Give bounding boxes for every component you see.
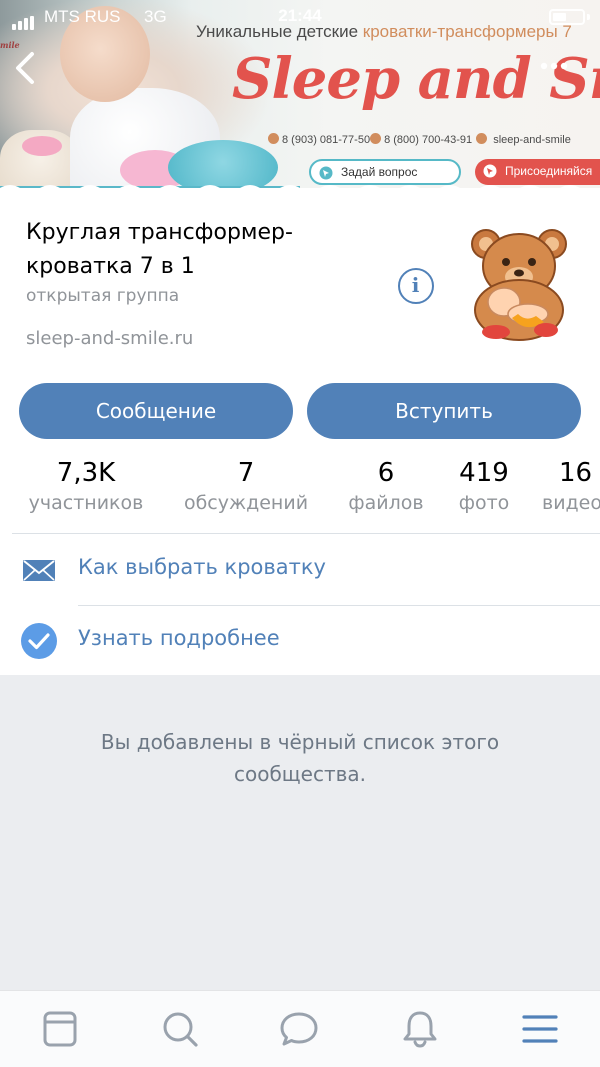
search-icon — [163, 1012, 198, 1047]
counter-files[interactable]: 6 файлов — [344, 458, 428, 518]
status-bar: MTS RUS 3G 21:44 — [0, 0, 600, 34]
news-icon — [43, 1011, 77, 1047]
phone-icon — [268, 133, 279, 144]
checkmark-circle-icon — [20, 622, 58, 660]
counter-value: 16 — [559, 458, 593, 488]
counter-value: 419 — [459, 458, 509, 488]
envelope-icon — [20, 551, 58, 589]
arrow-icon — [319, 166, 333, 180]
cover-contacts: 8 (903) 081-77-50 8 (800) 700-43-91 sleep… — [268, 133, 571, 146]
group-cover: mile Уникальные детские кроватки-трансфо… — [0, 0, 600, 200]
arrow-icon — [483, 164, 497, 178]
group-website-link[interactable]: sleep-and-smile.ru — [26, 328, 193, 349]
back-button[interactable] — [8, 48, 42, 88]
counter-discussions[interactable]: 7 обсуждений — [178, 458, 314, 518]
menu-tab[interactable] — [520, 1009, 560, 1049]
link-label: Узнать подробнее — [78, 626, 280, 650]
blacklist-message: Вы добавлены в чёрный список этого сообщ… — [100, 730, 500, 786]
join-banner-label: Присоединяйся — [505, 164, 593, 178]
divider — [12, 533, 600, 534]
phone-1: 8 (903) 081-77-50 — [282, 134, 371, 146]
globe-icon — [476, 133, 488, 144]
phone-icon — [370, 133, 382, 144]
counter-photos[interactable]: 419 фото — [452, 458, 516, 518]
cover-bottom-edge — [0, 185, 600, 200]
messages-tab[interactable] — [279, 1009, 319, 1049]
counter-value: 7,3K — [56, 458, 116, 488]
counters-row: 7,3K участников 7 обсуждений 6 файлов 41… — [0, 458, 600, 522]
message-button[interactable]: Сообщение — [19, 383, 293, 439]
info-icon: i — [411, 273, 420, 297]
counter-value: 7 — [237, 458, 255, 488]
menu-icon — [522, 1015, 558, 1043]
battery-tip — [587, 14, 590, 20]
ask-label: Задай вопрос — [341, 165, 418, 179]
group-type: открытая группа — [26, 286, 180, 306]
cover-site: sleep-and-smile — [493, 134, 571, 146]
phone-2: 8 (800) 700-43-91 — [384, 134, 473, 146]
notifications-tab[interactable] — [400, 1009, 440, 1049]
link-learn-more[interactable]: Узнать подробнее — [0, 606, 600, 676]
notifications-icon — [403, 1011, 437, 1048]
info-button[interactable]: i — [398, 268, 434, 304]
join-button[interactable]: Вступить — [307, 383, 581, 439]
search-tab[interactable] — [160, 1009, 200, 1049]
battery-icon — [549, 9, 585, 25]
counter-videos[interactable]: 16 видео — [540, 458, 600, 518]
messages-icon — [280, 1012, 318, 1046]
link-how-to-choose[interactable]: Как выбрать кроватку — [0, 535, 600, 605]
bottom-tab-bar — [0, 990, 600, 1067]
counter-members[interactable]: 7,3K участников — [24, 458, 148, 518]
counter-label: участников — [28, 492, 144, 514]
link-label: Как выбрать кроватку — [78, 555, 326, 579]
group-header: Круглая трансформер-кроватка 7 в 1 откры… — [0, 200, 600, 675]
bow-image — [22, 136, 62, 156]
group-title: Круглая трансформер-кроватка 7 в 1 — [26, 220, 293, 279]
counter-label: фото — [458, 492, 510, 514]
counter-label: файлов — [348, 492, 424, 514]
news-tab[interactable] — [40, 1009, 80, 1049]
counter-value: 6 — [377, 458, 395, 488]
group-avatar[interactable] — [466, 222, 572, 342]
clock: 21:44 — [278, 6, 322, 25]
counter-label: обсуждений — [183, 492, 309, 514]
more-options-button[interactable] — [538, 56, 578, 76]
counter-label: видео — [542, 492, 600, 514]
